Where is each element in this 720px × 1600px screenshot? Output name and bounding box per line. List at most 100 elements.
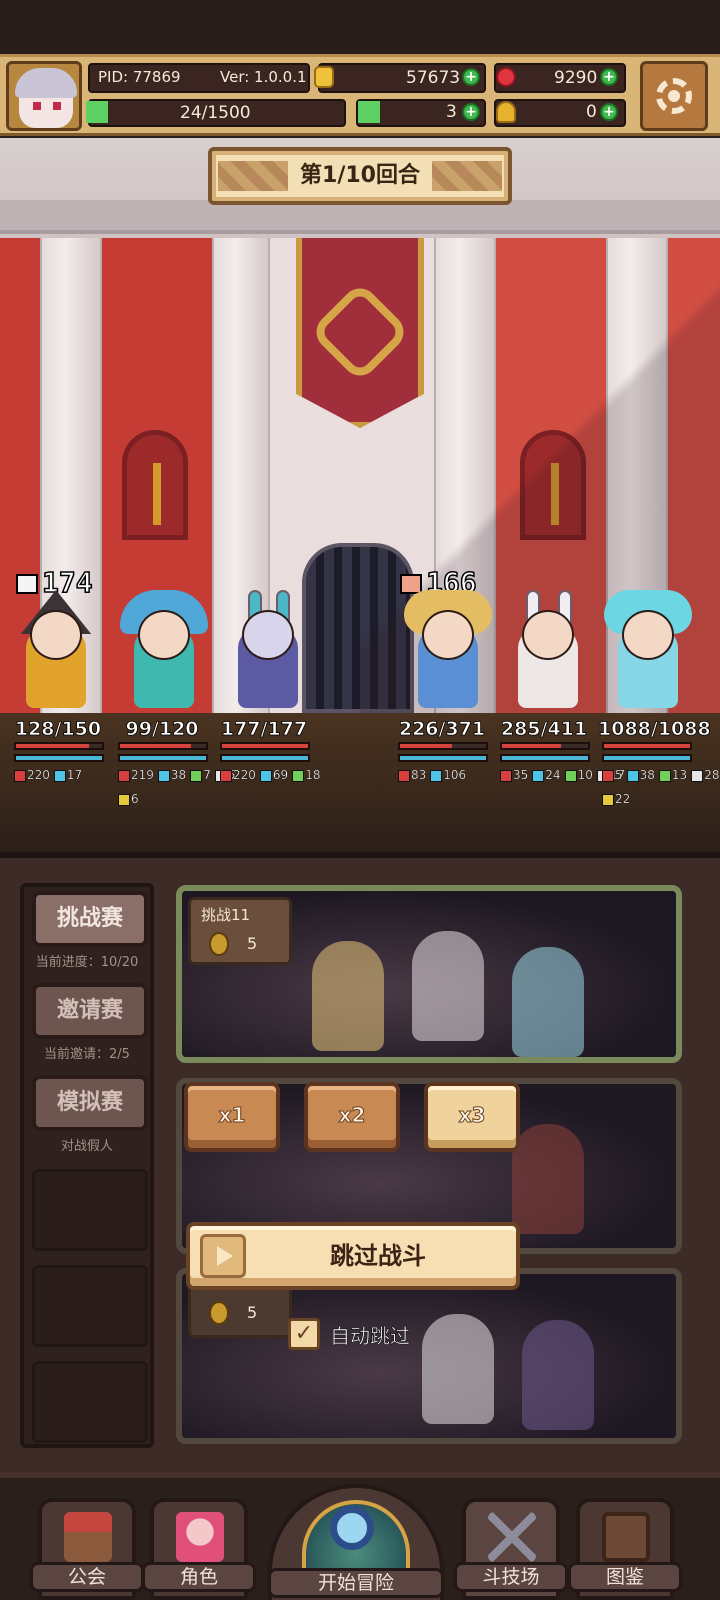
ally-2-buff-row-2: 6 [118, 792, 218, 806]
mp-bar-fill [120, 756, 206, 760]
nav-guild[interactable]: 公会 [30, 1498, 144, 1600]
stamina-clover-icon [86, 101, 108, 123]
enemy-hero-2[interactable] [500, 590, 596, 710]
hero-head [138, 610, 190, 660]
enemy-preview [512, 947, 584, 1057]
mp-bar-fill [222, 756, 308, 760]
enemy-preview [422, 1314, 494, 1424]
ally-1-mp-bar [14, 754, 104, 762]
tab-challenge[interactable]: 挑战赛 [32, 891, 148, 947]
guild-hall-icon [64, 1512, 112, 1562]
tab-simulation[interactable]: 模拟赛 [32, 1075, 148, 1131]
buff-value: 18 [305, 768, 321, 782]
stamina-value: 24/1500 [180, 103, 251, 123]
nav-character[interactable]: 角色 [142, 1498, 256, 1600]
buff-icon [430, 769, 443, 782]
ally-2-mp-bar [118, 754, 208, 762]
hp-bar-fill [222, 744, 308, 748]
buff-value: 38 [170, 768, 187, 782]
enemy-hero-3[interactable] [600, 590, 696, 710]
mp-bar-fill [16, 756, 102, 760]
crossed-swords-icon [488, 1512, 536, 1562]
mp-bar-fill [502, 756, 588, 760]
buff-value: 83 [411, 768, 427, 782]
speed-x3-button[interactable]: x3 [424, 1082, 520, 1152]
settings-button[interactable] [640, 61, 708, 131]
game-screen: PID: 77869 Ver: 1.0.0.1 24/1500 57673 + … [0, 0, 720, 1600]
ally-hero-2[interactable] [116, 590, 212, 710]
ally-hero-3[interactable] [220, 590, 316, 710]
ally-2-hp: 99/120 [125, 718, 199, 741]
hero-head [242, 610, 294, 660]
ally-2-buff-row: 2193875 [118, 768, 236, 782]
fast-forward-icon [200, 1234, 246, 1278]
buff-icon [259, 769, 272, 782]
hero-head [30, 610, 82, 660]
hp-bar-fill [120, 744, 192, 748]
buff-icon [190, 769, 203, 782]
player-avatar[interactable] [6, 61, 82, 131]
nav-codex[interactable]: 图鉴 [568, 1498, 682, 1600]
add-gem-button[interactable]: + [600, 68, 618, 86]
gold-value: 57673 [406, 68, 461, 88]
buff-value: 220 [27, 768, 50, 782]
challenge-card[interactable]: 5 [176, 1268, 682, 1444]
add-gold-bag-button[interactable]: + [600, 103, 618, 121]
enemy-hero-1[interactable] [400, 590, 496, 710]
nav-guild-label: 公会 [30, 1562, 144, 1592]
arena-panel: 挑战赛 当前进度：10/20 邀请赛 当前邀请：2/5 模拟赛 对战假人 挑战1… [0, 852, 720, 1472]
gold-coin-icon [314, 66, 334, 88]
buff-icon [220, 769, 232, 782]
enemy-1-hp: 226/371 [398, 718, 486, 741]
buff-icon [602, 793, 614, 806]
battle-scene [0, 138, 720, 858]
speed-x1-button[interactable]: x1 [184, 1082, 280, 1152]
ally-1-buff-row: 220 17 [14, 768, 114, 782]
clover-icon [358, 101, 380, 123]
tab-invitational[interactable]: 邀请赛 [32, 983, 148, 1039]
buff-value: 69 [272, 768, 289, 782]
nav-start-adventure-label: 开始冒险 [268, 1568, 444, 1598]
nav-start-adventure[interactable]: 开始冒险 [268, 1484, 444, 1600]
simulation-desc: 对战假人 [60, 1139, 113, 1154]
enemy-3-buff-row-2: 22 [602, 792, 702, 806]
hp-bar-fill [16, 744, 90, 748]
buff-icon [691, 769, 704, 782]
ally-1-hp-bar [14, 742, 104, 750]
invitation-progress: 当前邀请：2/5 [44, 1047, 130, 1062]
add-clover-button[interactable]: + [462, 103, 480, 121]
enemy-3-hp-bar [602, 742, 692, 750]
buff-icon [398, 769, 410, 782]
nav-arena[interactable]: 斗技场 [454, 1498, 568, 1600]
avatar-hair [15, 68, 77, 98]
ticket-icon [209, 1301, 229, 1325]
red-gem-icon [496, 67, 516, 87]
buff-icon [626, 769, 639, 782]
game-version: Ver: 1.0.0.1 [220, 68, 307, 86]
ally-3-mp-bar [220, 754, 310, 762]
speed-x2-button[interactable]: x2 [304, 1082, 400, 1152]
settings-gear-icon [656, 78, 692, 114]
buff-value: 10 [577, 768, 593, 782]
bottom-nav: 公会 角色 开始冒险 斗技场 图鉴 [0, 1472, 720, 1600]
auto-skip-checkbox[interactable]: ✓ [288, 1318, 320, 1350]
skip-battle-button[interactable]: 跳过战斗 [186, 1222, 520, 1290]
mp-bar-fill [604, 756, 690, 760]
challenge-card[interactable]: 挑战11 5 [176, 885, 682, 1063]
enemy-3-mp-bar [602, 754, 692, 762]
challenge-progress: 当前进度：10/20 [35, 955, 139, 970]
enemy-1-mp-bar [398, 754, 488, 762]
book-icon [602, 1512, 650, 1562]
enemy-2-buff-row: 35 24 10 17 [500, 768, 625, 782]
ally-hero-1[interactable] [8, 590, 104, 710]
buff-icon [14, 769, 26, 782]
buff-value: 13 [671, 768, 688, 782]
buff-value: 7 [203, 768, 211, 782]
buff-value: 17 [66, 768, 83, 782]
add-gold-button[interactable]: + [462, 68, 480, 86]
hp-bar-fill [604, 744, 690, 748]
magnifier-icon [330, 1506, 374, 1550]
buff-value: 5 [615, 768, 623, 782]
ally-3-hp: 177/177 [220, 718, 308, 741]
enemy-1-hp-bar [398, 742, 488, 750]
